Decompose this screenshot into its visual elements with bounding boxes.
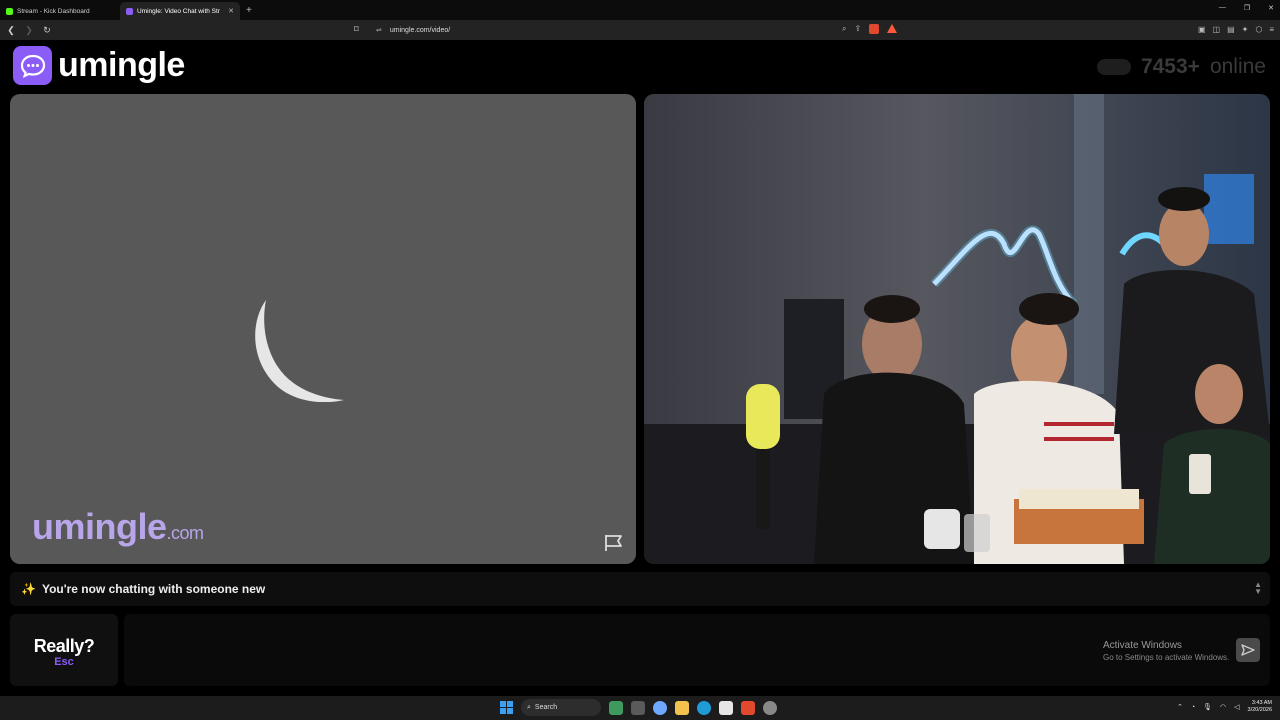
scroll-arrows-icon[interactable]: ▲ ▼ xyxy=(1254,581,1262,596)
tab-title: Stream - Kick Dashboard xyxy=(17,7,90,15)
window-controls: — ❐ ✕ xyxy=(1219,4,1274,12)
search-icon: ⌕ xyxy=(527,703,531,711)
send-icon xyxy=(1241,644,1255,656)
clock-time: 3:43 AM xyxy=(1251,700,1272,706)
extensions-area: ▣ ◫ ▤ ✦ ⬡ ≡ xyxy=(1198,25,1274,34)
tab-kick-dashboard[interactable]: Stream - Kick Dashboard xyxy=(0,2,120,20)
sidebar-icon[interactable]: ▣ xyxy=(1198,25,1206,34)
menu-icon[interactable]: ≡ xyxy=(1269,25,1274,34)
local-video: umingle.com xyxy=(10,94,636,564)
system-tray: ⌃ ◔ 🎙 ◠ ◁ 3:43 AM 3/20/2026 xyxy=(1177,700,1272,714)
watermark-main: umingle xyxy=(32,506,167,547)
file-explorer-icon[interactable] xyxy=(675,700,689,715)
extensions-icon[interactable]: ✦ xyxy=(1242,25,1249,34)
skip-label: Really? xyxy=(33,636,95,656)
kick-favicon-icon xyxy=(6,7,13,15)
online-indicator: 7453+ online xyxy=(1096,55,1266,79)
widgets-icon[interactable] xyxy=(609,700,623,715)
activate-title: Activate Windows xyxy=(1103,640,1182,651)
site-logo[interactable]: umingle xyxy=(13,46,185,85)
taskbar-clock[interactable]: 3:43 AM 3/20/2026 xyxy=(1248,700,1272,714)
new-tab-button[interactable]: + xyxy=(246,5,252,16)
watermark-tld: .com xyxy=(166,523,205,543)
close-window-icon[interactable]: ✕ xyxy=(1268,4,1274,12)
skip-button[interactable]: Really? Esc xyxy=(10,614,118,686)
back-icon[interactable]: ❮ xyxy=(4,25,18,36)
edge-icon[interactable] xyxy=(697,700,711,715)
brave-rewards-icon[interactable] xyxy=(887,24,898,33)
site-info-icon[interactable]: ⇌ xyxy=(376,26,382,34)
flag-icon[interactable] xyxy=(604,534,624,552)
status-message: You're now chatting with someone new xyxy=(41,582,266,596)
page-content: umingle 7453+ online umingle.com ✨ You'r… xyxy=(0,40,1280,696)
brave-shields-icon[interactable] xyxy=(869,24,880,34)
search-label: Search xyxy=(534,704,558,711)
windows-start-icon[interactable] xyxy=(500,701,513,714)
clock-date: 3/20/2026 xyxy=(1247,707,1272,713)
vpn-icon[interactable]: ⬡ xyxy=(1255,25,1262,34)
network-icon[interactable]: ◔ xyxy=(1191,704,1195,711)
minimize-icon[interactable]: — xyxy=(1219,4,1226,12)
share-icon[interactable]: ⇪ xyxy=(854,24,861,34)
maximize-icon[interactable]: ❐ xyxy=(1244,4,1250,12)
split-view-icon[interactable]: ◫ xyxy=(1213,25,1221,34)
wallet-icon[interactable]: ▤ xyxy=(1227,25,1235,34)
theme-toggle[interactable] xyxy=(1096,59,1131,75)
task-view-icon[interactable] xyxy=(631,700,645,715)
volume-icon[interactable]: ◁ xyxy=(1234,703,1239,711)
umingle-favicon-icon xyxy=(126,7,133,15)
taskbar-search[interactable]: ⌕ Search xyxy=(521,699,601,716)
tab-title: Umingle: Video Chat with Str xyxy=(137,7,220,15)
close-tab-icon[interactable]: ✕ xyxy=(228,7,234,15)
activate-subtitle: Go to Settings to activate Windows. xyxy=(1103,653,1230,662)
tray-expand-icon[interactable]: ⌃ xyxy=(1177,703,1183,711)
online-count: 7453+ xyxy=(1140,55,1200,78)
url-tools: ⌕ ⇪ xyxy=(842,24,898,34)
store-icon[interactable] xyxy=(719,700,733,715)
send-button[interactable] xyxy=(1236,638,1260,662)
umingle-watermark: umingle.com xyxy=(32,506,204,548)
online-label: online xyxy=(1209,55,1266,78)
browser-toolbar: ❮ ❯ ↻ ⌑ ⇌ umingle.com/video/ ⌕ ⇪ ▣ ◫ ▤ ✦… xyxy=(0,20,1280,40)
spinner-icon xyxy=(255,300,344,402)
url-text: umingle.com/video/ xyxy=(389,26,451,34)
sparkle-icon: ✨ xyxy=(21,582,36,596)
brave-browser-icon[interactable] xyxy=(741,700,755,715)
address-bar[interactable]: ⇌ umingle.com/video/ xyxy=(372,22,910,38)
copilot-icon[interactable] xyxy=(653,700,667,715)
logo-text: umingle xyxy=(58,46,185,84)
taskbar-apps: ⌕ Search xyxy=(500,699,777,716)
chrome-icon[interactable] xyxy=(763,700,777,715)
windows-taskbar: ⌕ Search ⌃ ◔ 🎙 ◠ ◁ 3:43 AM 3/20/2026 xyxy=(0,696,1280,720)
remote-video-frame xyxy=(644,94,1270,564)
chat-bubble-icon xyxy=(13,46,52,85)
wifi-icon[interactable]: ◠ xyxy=(1220,703,1226,711)
skip-hotkey: Esc xyxy=(54,656,74,668)
reload-icon[interactable]: ↻ xyxy=(40,25,54,36)
tab-umingle[interactable]: Umingle: Video Chat with Str ✕ xyxy=(120,2,240,20)
browser-tab-bar: Stream - Kick Dashboard Umingle: Video C… xyxy=(0,0,1280,20)
remote-video xyxy=(644,94,1270,564)
mic-icon[interactable]: 🎙 xyxy=(1203,703,1212,711)
chat-input[interactable] xyxy=(134,624,1084,674)
activate-windows-notice: Activate Windows Go to Settings to activ… xyxy=(1103,640,1229,662)
chat-box xyxy=(124,614,1270,686)
chat-status-bar: ✨ You're now chatting with someone new ▲… xyxy=(10,572,1270,606)
forward-icon[interactable]: ❯ xyxy=(22,25,36,36)
bookmark-icon[interactable]: ⌑ xyxy=(354,24,359,35)
zoom-icon[interactable]: ⌕ xyxy=(842,24,846,34)
